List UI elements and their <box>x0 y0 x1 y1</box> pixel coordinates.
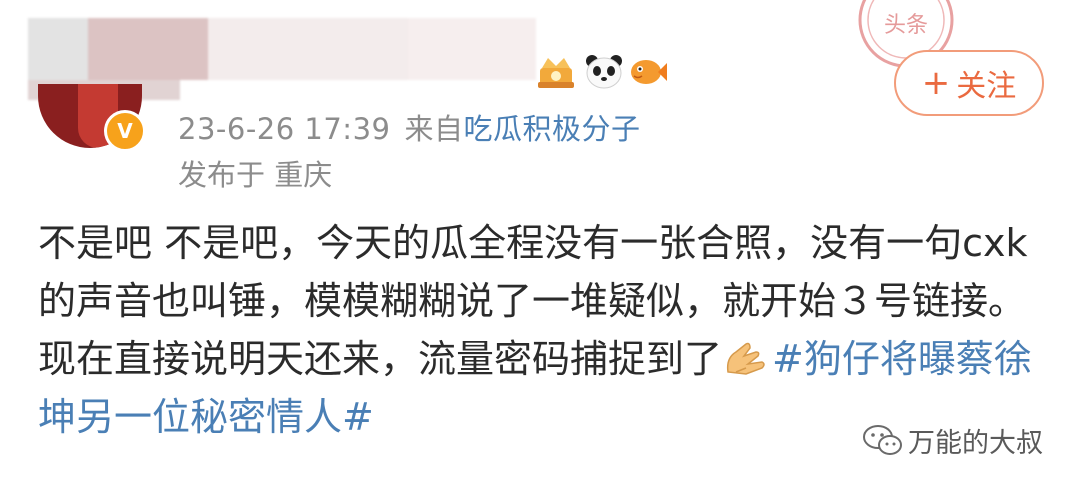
location-prefix: 发布于 <box>178 158 266 192</box>
panda-badge-icon <box>586 55 622 89</box>
wechat-icon <box>863 425 902 455</box>
post-timestamp: 23-6-26 17:39 <box>178 112 391 146</box>
blurred-username <box>28 18 536 100</box>
location-name: 重庆 <box>274 158 333 192</box>
crown-badge-icon <box>538 58 574 88</box>
folded-hands-emoji-icon <box>726 342 765 375</box>
watermark-text: 万能的大叔 <box>908 427 1043 459</box>
post-location: 发布于 重庆 <box>178 152 332 194</box>
plus-icon: + <box>921 63 951 103</box>
verified-badge-icon: V <box>104 110 146 152</box>
follow-button[interactable]: + 关注 <box>894 50 1044 116</box>
post-body: 不是吧 不是吧，今天的瓜全程没有一张合照，没有一句cxk的声音也叫锤，模模糊糊说… <box>38 214 1048 446</box>
watermark: 万能的大叔 <box>862 420 1043 460</box>
post-meta: 23-6-26 17:39 来自吃瓜积极分子 <box>178 106 641 148</box>
weibo-post-card: V 23-6-26 17:39 来自吃瓜积极分子 发布于 重庆 头条 + 关注 <box>0 0 1080 486</box>
source-prefix: 来自 <box>404 112 464 146</box>
fish-badge-icon <box>631 60 667 84</box>
follow-label: 关注 <box>956 69 1017 104</box>
source-link[interactable]: 吃瓜积极分子 <box>464 112 641 146</box>
svg-text:头条: 头条 <box>884 13 928 38</box>
